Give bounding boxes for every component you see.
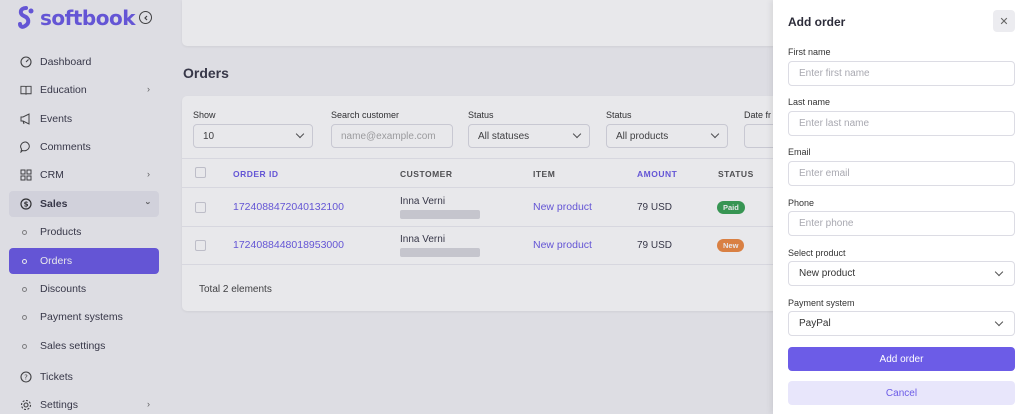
select-product-label: Select product: [788, 248, 846, 258]
add-order-drawer: Add order ✕ First name Last name Email P…: [773, 0, 1024, 414]
product-select[interactable]: New product: [788, 261, 1015, 286]
phone-label: Phone: [788, 198, 815, 208]
last-name-input[interactable]: [788, 111, 1015, 136]
phone-input[interactable]: [788, 211, 1015, 236]
payment-system-value: PayPal: [799, 318, 831, 329]
first-name-input[interactable]: [788, 61, 1015, 86]
email-input[interactable]: [788, 161, 1015, 186]
payment-system-label: Payment system: [788, 298, 855, 308]
chevron-down-icon: [994, 267, 1004, 277]
cancel-button[interactable]: Cancel: [788, 381, 1015, 405]
add-order-button[interactable]: Add order: [788, 347, 1015, 371]
close-button[interactable]: ✕: [993, 10, 1015, 32]
modal-backdrop[interactable]: [0, 0, 773, 414]
first-name-label: First name: [788, 47, 831, 57]
chevron-down-icon: [994, 317, 1004, 327]
close-icon: ✕: [999, 15, 1009, 28]
last-name-label: Last name: [788, 97, 831, 107]
product-select-value: New product: [799, 268, 856, 279]
drawer-title: Add order: [788, 15, 846, 29]
payment-system-select[interactable]: PayPal: [788, 311, 1015, 336]
email-label: Email: [788, 147, 811, 157]
